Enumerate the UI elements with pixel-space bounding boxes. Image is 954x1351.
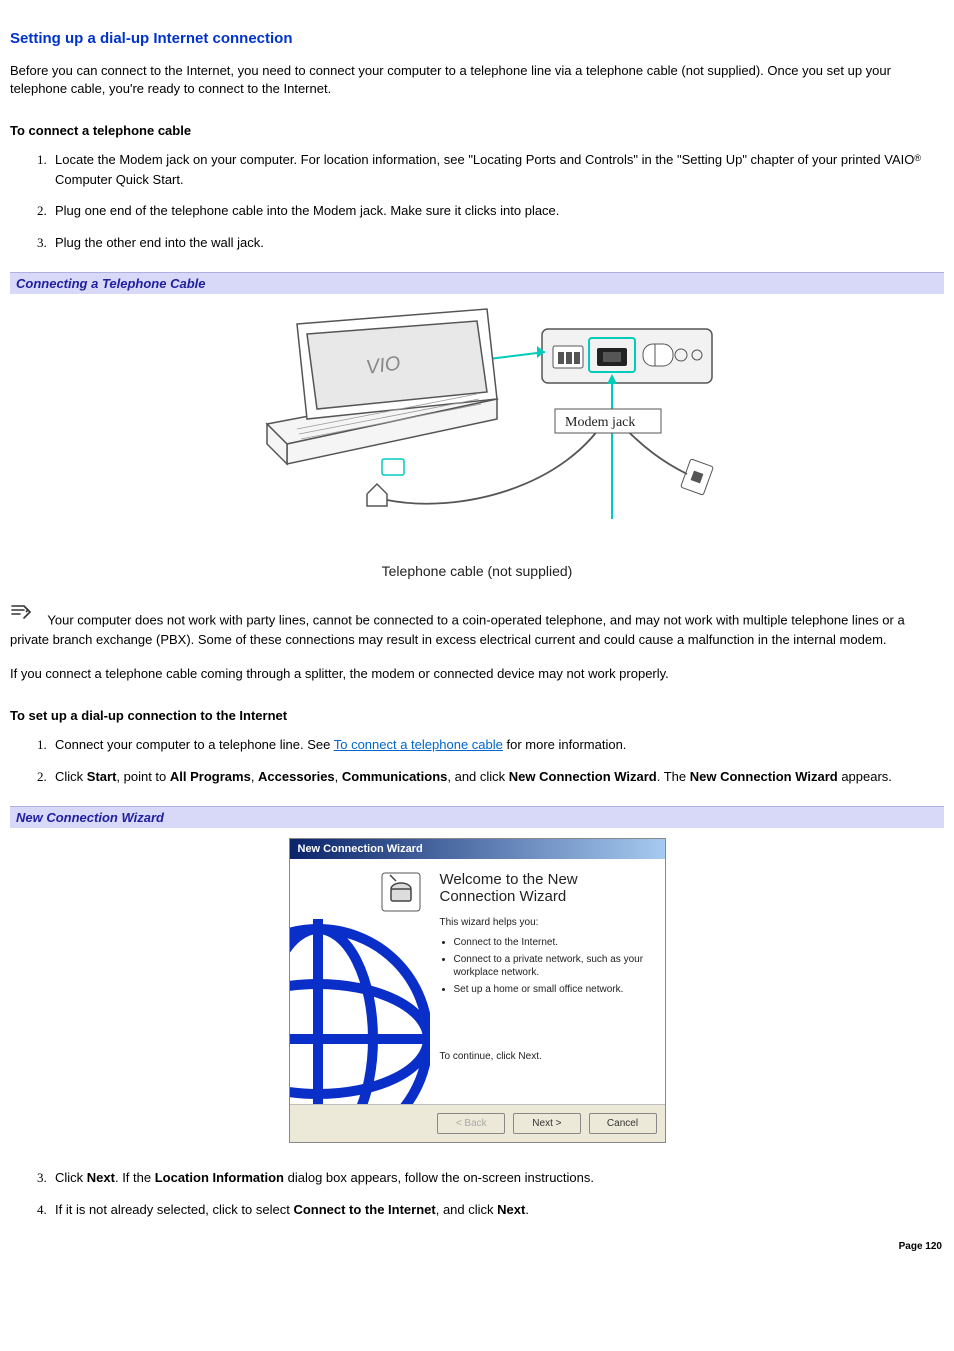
bold-communications: Communications (342, 769, 447, 784)
figure1-below-caption: Telephone cable (not supplied) (237, 563, 717, 579)
splitter-paragraph: If you connect a telephone cable coming … (10, 665, 944, 683)
bold-all-programs: All Programs (170, 769, 251, 784)
wizard-dialog: New Connection Wizard (289, 838, 666, 1143)
wizard-titlebar: New Connection Wizard (290, 839, 665, 859)
section2-steps-cont: Click Next. If the Location Information … (30, 1168, 944, 1219)
back-button[interactable]: < Back (437, 1113, 505, 1134)
section2-steps: Connect your computer to a telephone lin… (30, 735, 944, 786)
list-item: Click Next. If the Location Information … (50, 1168, 944, 1188)
step-text: for more information. (503, 737, 627, 752)
step1-text-b: Computer Quick Start. (55, 172, 184, 187)
step-text: , point to (116, 769, 169, 784)
list-item: Locate the Modem jack on your computer. … (50, 150, 944, 189)
figure2-caption-bar: New Connection Wizard (10, 806, 944, 828)
registered-mark: ® (914, 153, 921, 163)
list-item: Plug one end of the telephone cable into… (50, 201, 944, 221)
bold-new-connection-wizard2: New Connection Wizard (690, 769, 838, 784)
section1-heading: To connect a telephone cable (10, 123, 944, 138)
step-text: , (335, 769, 342, 784)
step-text: , and click (436, 1202, 497, 1217)
list-item: If it is not already selected, click to … (50, 1200, 944, 1220)
note-block: Your computer does not work with party l… (10, 604, 944, 650)
page-title: Setting up a dial-up Internet connection (10, 30, 944, 47)
section2-heading: To set up a dial-up connection to the In… (10, 708, 944, 723)
step1-text-a: Locate the Modem jack on your computer. … (55, 152, 914, 167)
modem-jack-label: Modem jack (565, 415, 635, 430)
step-text: Click (55, 769, 87, 784)
intro-paragraph: Before you can connect to the Internet, … (10, 62, 944, 98)
bold-new-connection-wizard: New Connection Wizard (509, 769, 657, 784)
list-item: Connect your computer to a telephone lin… (50, 735, 944, 755)
wizard-welcome-heading: Welcome to the New Connection Wizard (440, 871, 651, 905)
bold-next: Next (87, 1170, 115, 1185)
wizard-button-bar: < Back Next > Cancel (290, 1104, 665, 1142)
bold-accessories: Accessories (258, 769, 335, 784)
list-item: Click Start, point to All Programs, Acce… (50, 767, 944, 787)
step-text: Connect your computer to a telephone lin… (55, 737, 334, 752)
bold-start: Start (87, 769, 117, 784)
list-item: Connect to the Internet. (454, 936, 651, 949)
figure1-caption-bar: Connecting a Telephone Cable (10, 272, 944, 294)
step-text: Click (55, 1170, 87, 1185)
bold-next2: Next (497, 1202, 525, 1217)
wizard-sidebar-graphic (290, 859, 430, 1104)
list-item: Connect to a private network, such as yo… (454, 953, 651, 979)
step-text: , (251, 769, 258, 784)
step-text: . The (657, 769, 690, 784)
step-text: . If the (115, 1170, 155, 1185)
step-text: , and click (447, 769, 508, 784)
laptop-modem-illustration: VIO Modem jack (237, 304, 717, 554)
bold-location-information: Location Information (155, 1170, 284, 1185)
cancel-button[interactable]: Cancel (589, 1113, 657, 1134)
step-text: . (525, 1202, 529, 1217)
step-text: appears. (838, 769, 892, 784)
note-icon (10, 604, 32, 628)
step-text: dialog box appears, follow the on-screen… (284, 1170, 594, 1185)
page-number: Page 120 (899, 1241, 942, 1252)
bold-connect-to-internet: Connect to the Internet (293, 1202, 435, 1217)
step-text: If it is not already selected, click to … (55, 1202, 293, 1217)
figure2: New Connection Wizard (10, 838, 944, 1143)
list-item: Plug the other end into the wall jack. (50, 233, 944, 253)
note-text: Your computer does not work with party l… (10, 613, 905, 648)
figure1: VIO Modem jack Telephon (10, 304, 944, 579)
link-connect-telephone-cable[interactable]: To connect a telephone cable (334, 737, 503, 752)
list-item: Set up a home or small office network. (454, 983, 651, 996)
wizard-continue-text: To continue, click Next. (440, 1051, 651, 1062)
wizard-helps-text: This wizard helps you: (440, 917, 651, 928)
wizard-bullet-list: Connect to the Internet. Connect to a pr… (454, 936, 651, 996)
section1-steps: Locate the Modem jack on your computer. … (30, 150, 944, 252)
next-button[interactable]: Next > (513, 1113, 581, 1134)
